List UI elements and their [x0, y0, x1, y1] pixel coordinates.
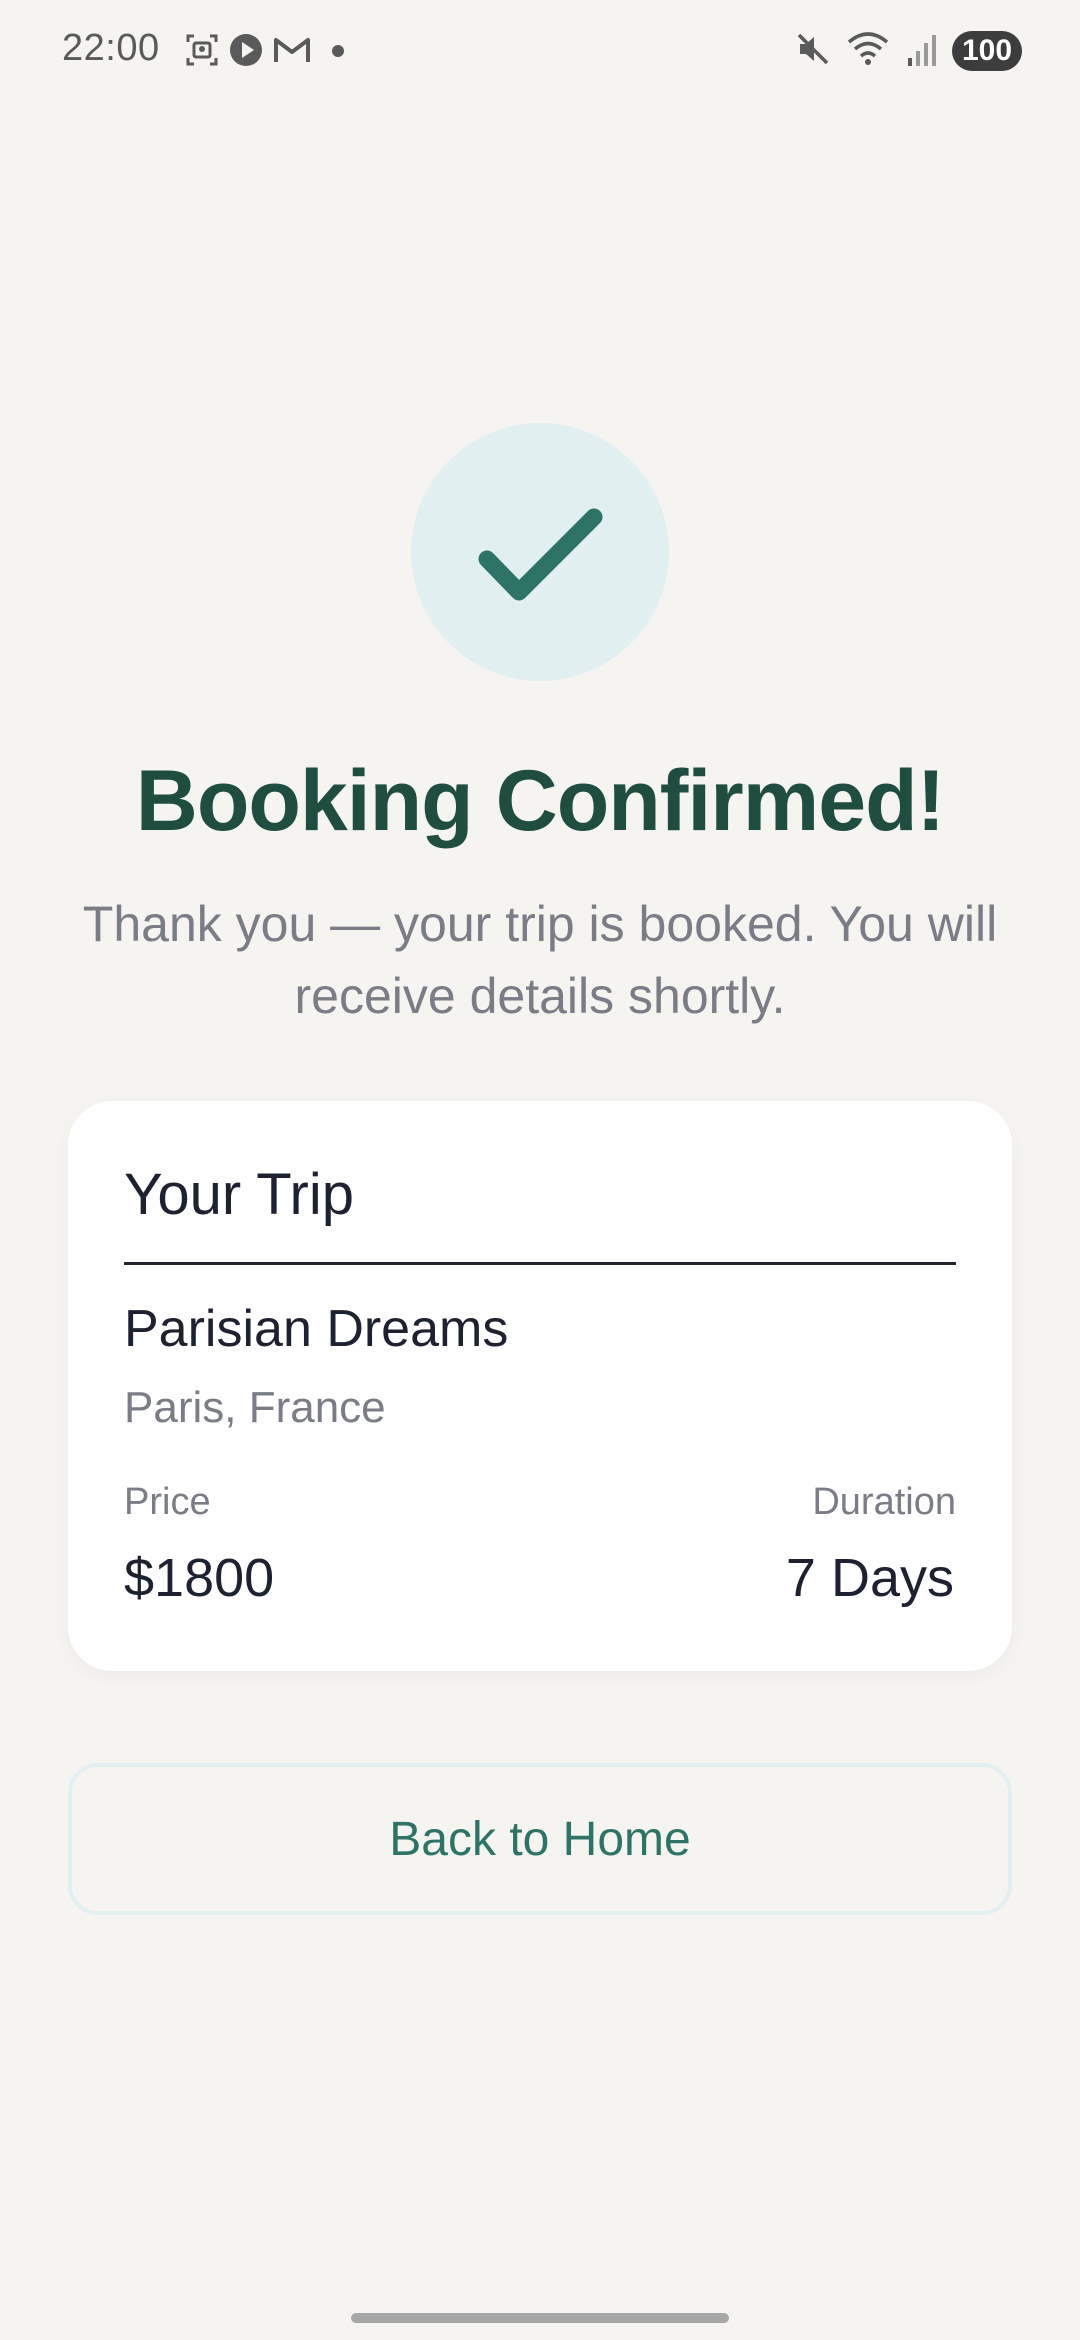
battery-indicator: 100	[952, 31, 1022, 71]
mute-icon	[794, 30, 832, 72]
status-time: 22:00	[62, 27, 160, 69]
status-notification-icons	[184, 32, 348, 72]
home-gesture-bar[interactable]	[351, 2313, 729, 2323]
card-divider	[124, 1262, 956, 1265]
price-label: Price	[124, 1481, 211, 1523]
gmail-icon	[272, 32, 312, 72]
trip-name: Parisian Dreams	[124, 1300, 509, 1358]
screenshot-icon	[184, 32, 220, 72]
card-header: Your Trip	[124, 1162, 354, 1227]
status-bar: 22:00 100	[0, 0, 1080, 100]
page-title: Booking Confirmed!	[135, 753, 946, 849]
duration-label: Duration	[812, 1481, 956, 1523]
media-play-icon	[228, 32, 264, 72]
duration-value: 7 Days	[785, 1548, 954, 1608]
checkmark-icon	[478, 508, 603, 601]
status-system-icons: 100	[794, 30, 1022, 72]
success-badge	[411, 423, 669, 681]
wifi-icon	[846, 30, 892, 72]
dot-icon	[320, 32, 348, 72]
back-to-home-button[interactable]: Back to Home	[68, 1763, 1012, 1915]
price-value: $1800	[124, 1548, 275, 1608]
trip-location: Paris, France	[124, 1383, 386, 1432]
confirmation-message: Thank you — your trip is booked. You wil…	[82, 896, 998, 1024]
trip-summary-card: Your Trip Parisian Dreams Paris, France …	[68, 1101, 1012, 1671]
signal-icon	[906, 30, 938, 72]
